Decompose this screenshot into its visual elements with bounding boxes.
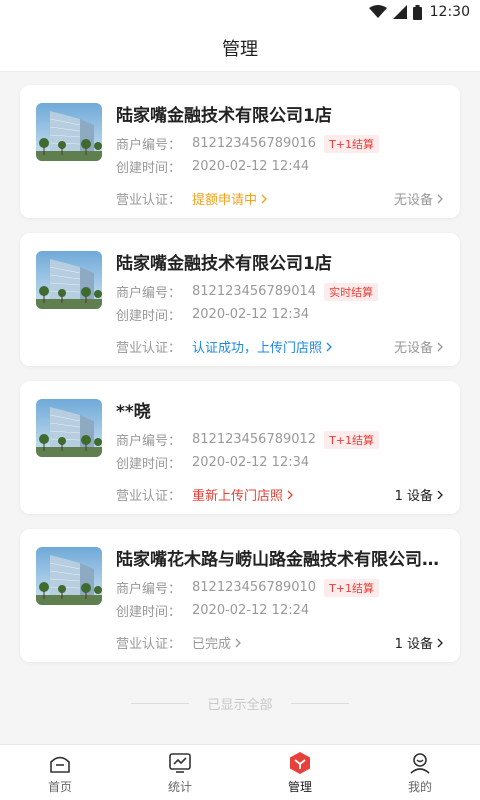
cert-label: 营业认证： <box>116 341 182 356</box>
store-card[interactable]: **晓 商户编号： 812123456789012 T+1结算 创建时间： 20… <box>20 381 460 514</box>
store-name: 陆家嘴花木路与崂山路金融技术有限公司1店 <box>116 550 444 570</box>
profile-icon <box>410 752 430 774</box>
device-count-link[interactable]: 1 设备 <box>395 485 444 504</box>
chevron-right-icon <box>437 490 443 499</box>
tab-stats[interactable]: 统计 <box>120 745 240 800</box>
settlement-tag: T+1结算 <box>324 578 380 597</box>
store-thumbnail <box>36 103 102 161</box>
chevron-right-icon <box>437 342 443 351</box>
chevron-right-icon <box>437 638 443 647</box>
device-count-text: 无设备 <box>393 341 433 356</box>
nav-bar: 管理 <box>0 24 480 72</box>
merchant-no-value: 812123456789012 <box>192 432 317 447</box>
store-thumbnail <box>36 547 102 605</box>
signal-icon <box>392 5 407 19</box>
cert-row: 营业认证： 提额申请中 <box>116 189 268 208</box>
status-time: 12:30 <box>429 4 470 20</box>
device-count-link[interactable]: 1 设备 <box>395 633 444 652</box>
end-of-list-text: 已显示全部 <box>207 698 273 713</box>
cert-row: 营业认证： 已完成 <box>116 633 242 652</box>
tab-profile[interactable]: 我的 <box>360 745 480 800</box>
tab-manage-label: 管理 <box>287 779 312 794</box>
device-count-link[interactable]: 无设备 <box>394 337 444 356</box>
store-name: 陆家嘴金融技术有限公司1店 <box>116 254 332 274</box>
tab-home[interactable]: 首页 <box>0 745 120 800</box>
tab-stats-label: 统计 <box>167 779 192 794</box>
chart-icon <box>169 752 191 773</box>
cert-status-link[interactable]: 已完成 <box>192 633 242 652</box>
merchant-no-row: 商户编号： 812123456789014 实时结算 <box>116 282 379 301</box>
device-count-text: 1 设备 <box>394 489 433 504</box>
cert-row: 营业认证： 重新上传门店照 <box>116 485 294 504</box>
divider <box>131 703 190 704</box>
settlement-tag: T+1结算 <box>324 430 380 449</box>
store-card[interactable]: 陆家嘴金融技术有限公司1店 商户编号： 812123456789014 实时结算… <box>20 233 460 366</box>
chevron-right-icon <box>235 638 241 647</box>
merchant-no-label: 商户编号： <box>116 138 182 153</box>
created-label: 创建时间： <box>116 457 182 472</box>
cert-label: 营业认证： <box>116 637 182 652</box>
created-row: 创建时间： 2020-02-12 12:44 <box>116 157 309 176</box>
merchant-no-value: 812123456789016 <box>192 136 317 151</box>
wifi-icon <box>368 5 387 18</box>
battery-icon <box>412 4 422 20</box>
cert-row: 营业认证： 认证成功，上传门店照 <box>116 337 333 356</box>
store-list: 陆家嘴金融技术有限公司1店 商户编号： 812123456789016 T+1结… <box>0 72 480 662</box>
created-row: 创建时间： 2020-02-12 12:34 <box>116 453 309 472</box>
merchant-no-value: 812123456789014 <box>192 284 317 299</box>
merchant-no-label: 商户编号： <box>116 434 182 449</box>
store-card[interactable]: 陆家嘴花木路与崂山路金融技术有限公司1店 商户编号： 8121234567890… <box>20 529 460 662</box>
chevron-right-icon <box>261 194 267 203</box>
store-name: **晓 <box>116 402 151 422</box>
cert-status-link[interactable]: 提额申请中 <box>192 189 268 208</box>
cert-status-text: 认证成功，上传门店照 <box>192 341 323 356</box>
cert-status-link[interactable]: 认证成功，上传门店照 <box>192 337 333 356</box>
created-row: 创建时间： 2020-02-12 12:24 <box>116 601 309 620</box>
device-count-text: 无设备 <box>393 193 433 208</box>
created-value: 2020-02-12 12:34 <box>192 307 310 322</box>
divider <box>290 703 349 704</box>
created-value: 2020-02-12 12:44 <box>192 159 310 174</box>
cert-label: 营业认证： <box>116 193 182 208</box>
created-label: 创建时间： <box>116 161 182 176</box>
bottom-tab-bar: 首页 统计 管理 我的 <box>0 744 480 800</box>
cert-status-text: 提额申请中 <box>192 193 258 208</box>
page-title: 管理 <box>222 38 258 60</box>
merchant-no-label: 商户编号： <box>116 582 182 597</box>
created-value: 2020-02-12 12:34 <box>192 455 310 470</box>
cert-status-text: 重新上传门店照 <box>192 489 284 504</box>
created-row: 创建时间： 2020-02-12 12:34 <box>116 305 309 324</box>
merchant-no-value: 812123456789010 <box>192 580 317 595</box>
tab-profile-label: 我的 <box>407 779 432 794</box>
settlement-tag: T+1结算 <box>324 134 380 153</box>
merchant-no-row: 商户编号： 812123456789010 T+1结算 <box>116 578 380 597</box>
merchant-no-label: 商户编号： <box>116 286 182 301</box>
device-count-link[interactable]: 无设备 <box>394 189 444 208</box>
manage-icon <box>290 751 310 774</box>
created-label: 创建时间： <box>116 309 182 324</box>
cert-status-link[interactable]: 重新上传门店照 <box>192 485 294 504</box>
merchant-no-row: 商户编号： 812123456789012 T+1结算 <box>116 430 380 449</box>
chevron-right-icon <box>287 490 293 499</box>
status-bar: 12:30 <box>0 0 480 24</box>
chevron-right-icon <box>437 194 443 203</box>
tab-manage[interactable]: 管理 <box>240 745 360 800</box>
merchant-no-row: 商户编号： 812123456789016 T+1结算 <box>116 134 380 153</box>
created-label: 创建时间： <box>116 605 182 620</box>
store-thumbnail <box>36 399 102 457</box>
chevron-right-icon <box>326 342 332 351</box>
device-count-text: 1 设备 <box>394 637 433 652</box>
store-thumbnail <box>36 251 102 309</box>
tab-home-label: 首页 <box>47 779 72 794</box>
end-of-list-note: 已显示全部 <box>0 694 480 713</box>
settlement-tag: 实时结算 <box>324 282 379 301</box>
store-name: 陆家嘴金融技术有限公司1店 <box>116 106 332 126</box>
created-value: 2020-02-12 12:24 <box>192 603 310 618</box>
cert-status-text: 已完成 <box>192 637 232 652</box>
cert-label: 营业认证： <box>116 489 182 504</box>
store-card[interactable]: 陆家嘴金融技术有限公司1店 商户编号： 812123456789016 T+1结… <box>20 85 460 218</box>
home-icon <box>50 756 70 773</box>
